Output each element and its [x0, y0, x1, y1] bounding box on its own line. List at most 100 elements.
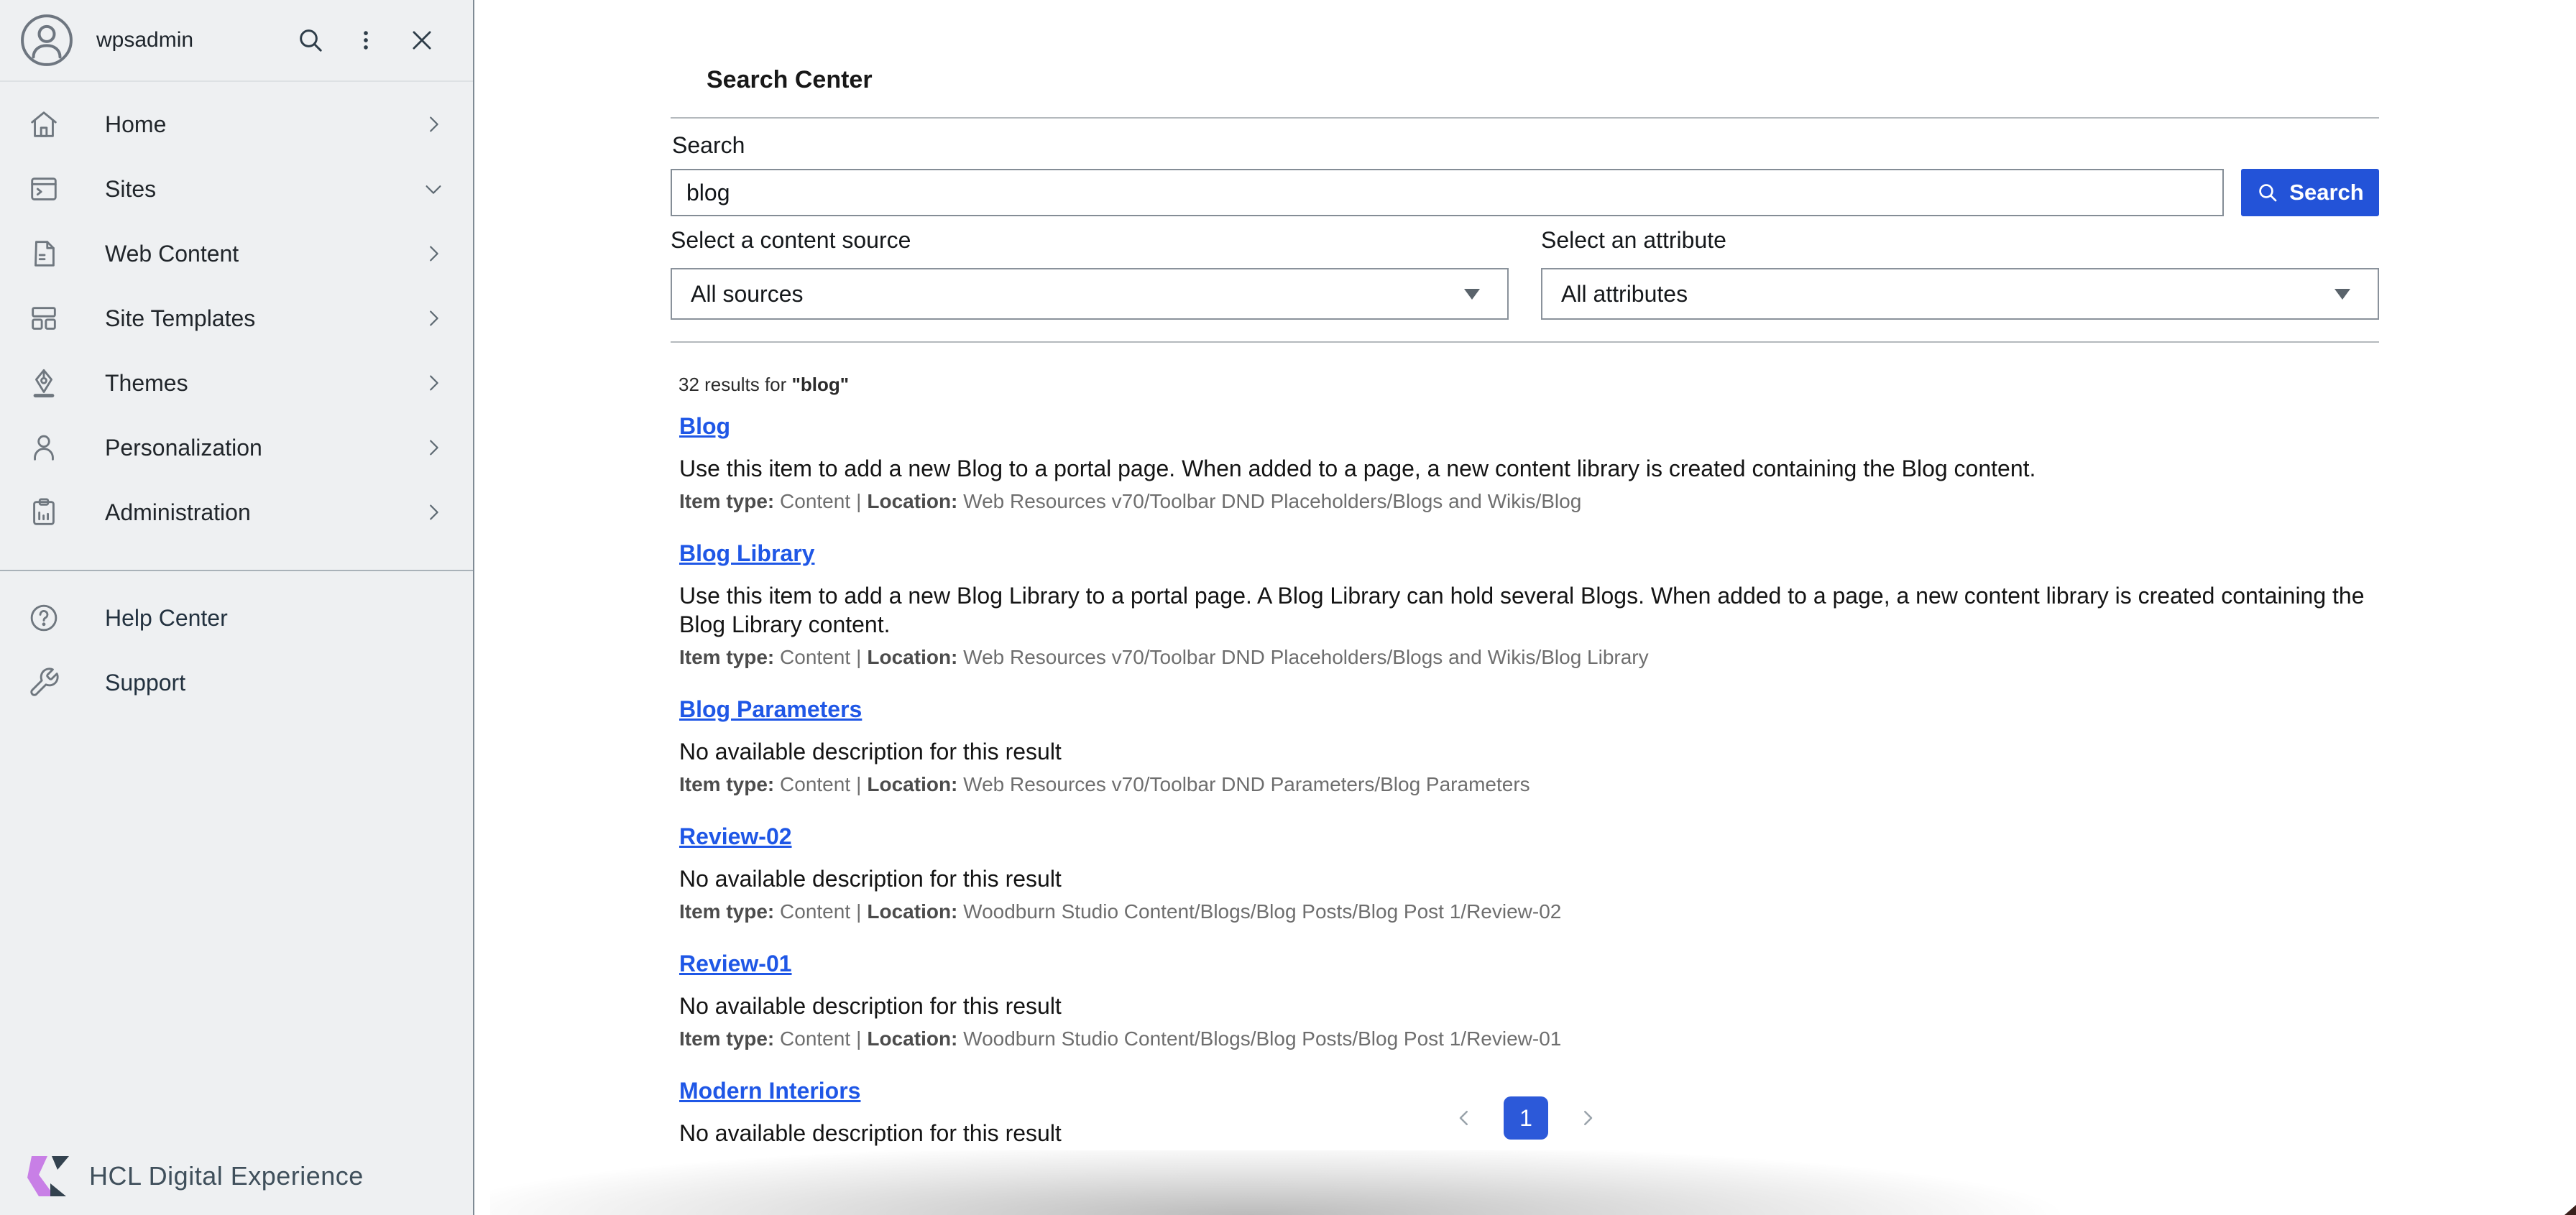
result-link[interactable]: Blog — [679, 413, 730, 440]
sidebar-item-label: Site Templates — [105, 305, 255, 332]
sidebar: wpsadmin Home — [0, 0, 474, 1215]
sidebar-nav: Home Sites Web Content — [0, 92, 473, 545]
search-icon — [296, 26, 325, 55]
chevron-right-icon — [423, 502, 444, 523]
logo-text: HCL Digital Experience — [89, 1161, 364, 1191]
chevron-left-icon — [1453, 1107, 1475, 1129]
search-icon — [2256, 181, 2279, 204]
chevron-right-icon — [423, 372, 444, 394]
result-link[interactable]: Review-02 — [679, 823, 792, 850]
results-list: Blog Use this item to add a new Blog to … — [679, 413, 2384, 1175]
result-meta: Item type: Content|Location: Web Resourc… — [679, 490, 2384, 513]
sidebar-divider — [0, 570, 473, 571]
result-description: No available description for this result — [679, 864, 2384, 893]
content-source-label: Select a content source — [671, 227, 1509, 254]
chevron-right-icon — [1577, 1107, 1598, 1129]
result-item: Review-01 No available description for t… — [679, 951, 2384, 1050]
attribute-select[interactable]: All attributes — [1541, 268, 2379, 320]
sites-icon — [27, 172, 60, 205]
sidebar-item-label: Administration — [105, 499, 251, 526]
result-description: Use this item to add a new Blog Library … — [679, 581, 2384, 639]
caret-down-icon — [1464, 289, 1480, 300]
result-link[interactable]: Blog Library — [679, 540, 814, 567]
themes-icon — [27, 366, 60, 399]
search-button[interactable]: Search — [2241, 169, 2379, 216]
pagination: 1 — [476, 1096, 2576, 1140]
app-window: wpsadmin Home — [0, 0, 2576, 1215]
username: wpsadmin — [96, 28, 193, 52]
chevron-right-icon — [423, 114, 444, 135]
sidebar-item-label: Support — [105, 670, 185, 696]
chevron-right-icon — [423, 437, 444, 458]
sidebar-item-home[interactable]: Home — [0, 92, 473, 157]
sidebar-item-themes[interactable]: Themes — [0, 351, 473, 415]
sidebar-search-button[interactable] — [296, 26, 325, 55]
page-title: Search Center — [707, 66, 873, 94]
site-templates-icon — [27, 302, 60, 335]
next-page-button[interactable] — [1577, 1107, 1598, 1129]
prev-page-button[interactable] — [1453, 1107, 1475, 1129]
content-source-value: All sources — [691, 281, 804, 308]
result-meta: Item type: Content|Location: Woodburn St… — [679, 900, 2384, 923]
result-meta: Item type: Content|Location: Woodburn St… — [679, 1027, 2384, 1050]
sidebar-item-site-templates[interactable]: Site Templates — [0, 286, 473, 351]
result-item: Blog Parameters No available description… — [679, 696, 2384, 796]
chevron-right-icon — [423, 243, 444, 264]
close-icon — [408, 27, 436, 54]
help-icon — [27, 601, 60, 634]
search-row: Search — [671, 169, 2379, 216]
sidebar-item-label: Home — [105, 111, 166, 138]
overflow-menu-button[interactable] — [354, 27, 378, 54]
personalization-icon — [27, 431, 60, 464]
sidebar-item-label: Sites — [105, 176, 156, 203]
result-description: No available description for this result — [679, 992, 2384, 1020]
content-source-group: Select a content source All sources — [671, 227, 1509, 320]
result-meta: Item type: Content|Location: Web Resourc… — [679, 646, 2384, 669]
result-description: No available description for this result — [679, 737, 2384, 766]
kebab-icon — [354, 27, 378, 54]
administration-icon — [27, 496, 60, 529]
sidebar-item-label: Help Center — [105, 605, 228, 632]
search-button-label: Search — [2289, 180, 2363, 205]
attribute-group: Select an attribute All attributes — [1541, 227, 2379, 320]
sidebar-item-administration[interactable]: Administration — [0, 480, 473, 545]
sidebar-item-help-center[interactable]: Help Center — [0, 586, 473, 650]
result-link[interactable]: Blog Parameters — [679, 696, 862, 723]
hcl-logo-icon — [22, 1150, 73, 1202]
sidebar-header: wpsadmin — [0, 0, 473, 82]
search-input[interactable] — [671, 169, 2224, 216]
hcl-logo: HCL Digital Experience — [22, 1150, 364, 1202]
sidebar-item-personalization[interactable]: Personalization — [0, 415, 473, 480]
results-divider — [671, 341, 2379, 343]
result-item: Blog Library Use this item to add a new … — [679, 540, 2384, 669]
result-item: Review-02 No available description for t… — [679, 823, 2384, 923]
page-1-button[interactable]: 1 — [1504, 1096, 1548, 1140]
attribute-label: Select an attribute — [1541, 227, 2379, 254]
sidebar-item-label: Web Content — [105, 241, 239, 267]
result-link[interactable]: Review-01 — [679, 951, 792, 977]
chevron-down-icon — [423, 178, 444, 200]
sidebar-item-support[interactable]: Support — [0, 650, 473, 715]
search-center-page: Search Center Search Search Select a con… — [476, 0, 2576, 1215]
close-sidebar-button[interactable] — [408, 27, 436, 54]
attribute-value: All attributes — [1561, 281, 1688, 308]
user-avatar-icon — [20, 14, 73, 67]
result-description: Use this item to add a new Blog to a por… — [679, 454, 2384, 483]
sidebar-item-label: Personalization — [105, 435, 262, 461]
caret-down-icon — [2334, 289, 2350, 300]
result-meta: Item type: Content|Location: Web Resourc… — [679, 773, 2384, 796]
sidebar-footer-nav: Help Center Support — [0, 586, 473, 715]
sidebar-item-web-content[interactable]: Web Content — [0, 221, 473, 286]
home-icon — [27, 108, 60, 141]
results-count: 32 results for "blog" — [678, 374, 849, 396]
chevron-right-icon — [423, 308, 444, 329]
search-section-label: Search — [672, 132, 745, 159]
web-content-icon — [27, 237, 60, 270]
support-icon — [27, 666, 60, 699]
results-query: "blog" — [792, 374, 850, 395]
result-item: Blog Use this item to add a new Blog to … — [679, 413, 2384, 513]
header-divider — [671, 117, 2379, 119]
sidebar-item-sites[interactable]: Sites — [0, 157, 473, 221]
sidebar-item-label: Themes — [105, 370, 188, 397]
content-source-select[interactable]: All sources — [671, 268, 1509, 320]
